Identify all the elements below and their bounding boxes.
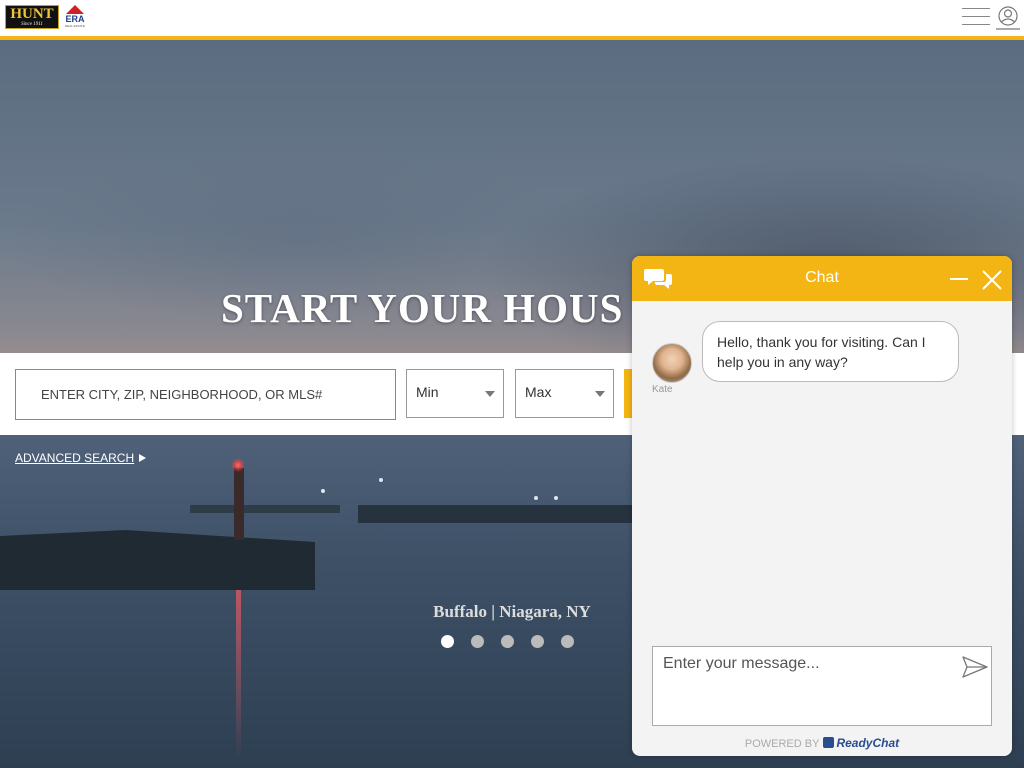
hunt-logo[interactable]: HUNT Since 1911 [5, 5, 59, 29]
powered-by-label: POWERED BY [744, 738, 820, 750]
max-price-select[interactable]: Max [515, 369, 614, 418]
era-logo[interactable]: ERA REAL ESTATE [64, 5, 86, 29]
advanced-search-link[interactable]: ADVANCED SEARCH [15, 451, 147, 465]
slide-dot-1[interactable] [441, 635, 454, 648]
hunt-logo-since: Since 1911 [21, 22, 43, 27]
min-price-label: Min [416, 384, 439, 400]
slide-dot-3[interactable] [501, 635, 514, 648]
hero-light-dot [379, 478, 383, 482]
header-accent-bar [0, 36, 1024, 40]
location-search-input[interactable] [15, 369, 396, 420]
era-logo-text: ERA [65, 14, 85, 24]
era-logo-sub: REAL ESTATE [65, 24, 85, 28]
site-header: HUNT Since 1911 ERA REAL ESTATE [0, 0, 1024, 36]
min-price-select[interactable]: Min [406, 369, 504, 418]
slide-dot-2[interactable] [471, 635, 484, 648]
era-roof-icon [66, 5, 84, 14]
hero-lighthouse [234, 468, 244, 540]
hero-red-light [231, 458, 245, 472]
readychat-logo-icon [823, 737, 835, 748]
hero-pier [0, 530, 315, 590]
hero-light-dot [321, 489, 325, 493]
agent-name: Kate [652, 384, 673, 395]
readychat-brand[interactable]: ReadyChat [836, 736, 899, 750]
max-price-label: Max [525, 384, 552, 400]
hero-light-dot [554, 496, 558, 500]
caret-down-icon [485, 391, 495, 397]
powered-by: POWERED BY ReadyChat [632, 736, 1012, 750]
agent-avatar [652, 343, 692, 383]
user-account-icon[interactable] [996, 5, 1020, 31]
chat-message-input[interactable] [652, 646, 992, 726]
chat-widget: Chat Hello, thank you for visiting. Can … [632, 256, 1012, 756]
slide-dot-4[interactable] [531, 635, 544, 648]
hero-far-pier [190, 505, 340, 513]
hero-breakwater [358, 505, 638, 523]
send-icon[interactable] [961, 655, 989, 679]
hero-title: START YOUR HOUS [221, 285, 624, 331]
chat-header: Chat [632, 256, 1012, 301]
hamburger-menu-icon[interactable] [962, 6, 992, 28]
chat-message-bubble: Hello, thank you for visiting. Can I hel… [702, 321, 959, 382]
caret-down-icon [595, 391, 605, 397]
hunt-logo-text: HUNT [10, 6, 54, 22]
close-icon[interactable] [981, 269, 1003, 291]
slide-dot-5[interactable] [561, 635, 574, 648]
hero-light-dot [534, 496, 538, 500]
play-triangle-icon [139, 454, 147, 462]
minimize-icon[interactable] [950, 278, 968, 280]
advanced-search-label: ADVANCED SEARCH [15, 451, 135, 465]
